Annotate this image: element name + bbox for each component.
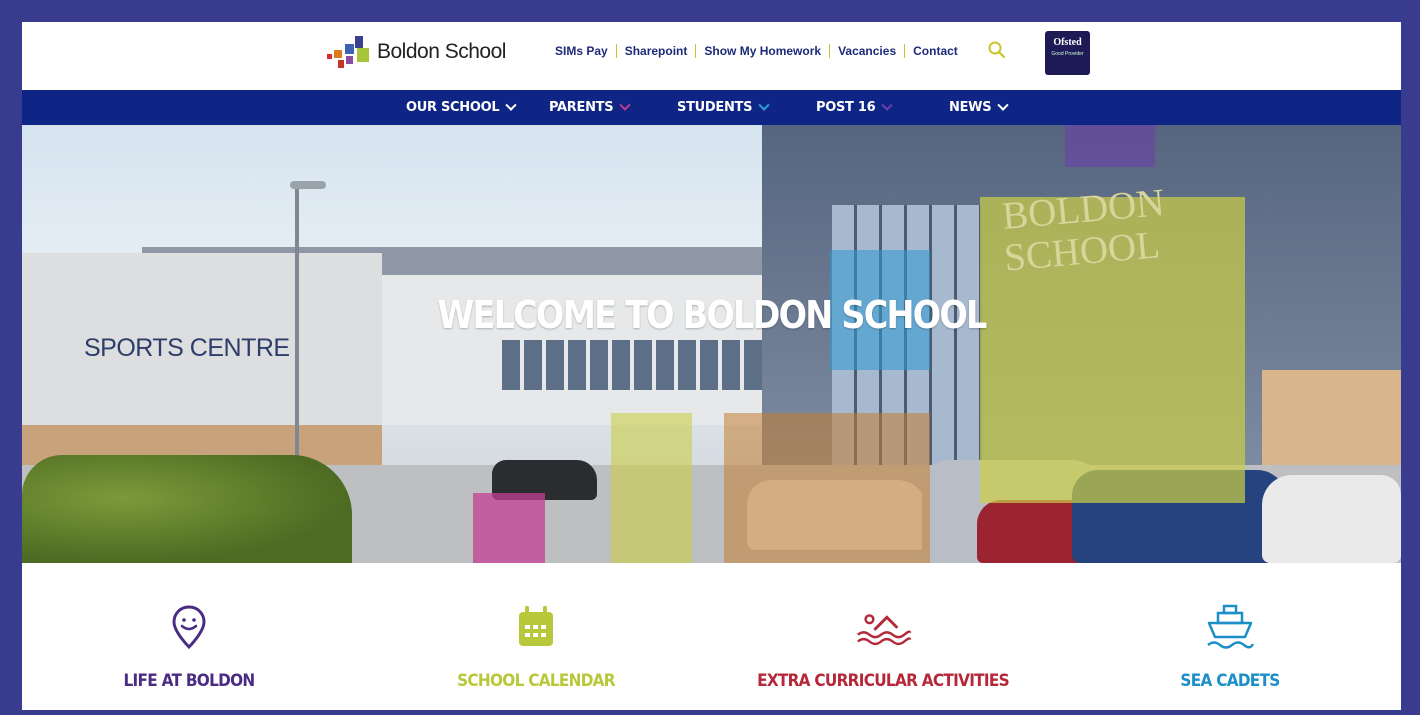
quick-link-label: SEA CADETS [1180, 671, 1280, 691]
quick-link-extra-curricular[interactable]: EXTRA CURRICULAR ACTIVITIES [733, 563, 1033, 691]
quick-links: LIFE AT BOLDON SCHOOL CALENDAR EXTRA CUR… [22, 563, 1401, 710]
nav-label: NEWS [949, 100, 992, 115]
hero-overlay-yellow [611, 413, 692, 563]
swimmer-icon [857, 614, 912, 646]
nav-label: OUR SCHOOL [406, 100, 500, 115]
logo-mark-icon [327, 32, 373, 72]
chevron-down-icon [619, 99, 631, 111]
search-icon[interactable] [987, 40, 1007, 60]
hero-windows [502, 340, 792, 390]
hero-shrubs [22, 455, 352, 563]
quick-link-label: SCHOOL CALENDAR [457, 671, 615, 691]
hero-car [1262, 475, 1401, 563]
hero-banner: SPORTS CENTRE BOLDON SCHOOL WELCOME TO B… [22, 125, 1401, 563]
hero-overlay-pink [473, 493, 545, 563]
ofsted-badge[interactable]: Ofsted Good Provider [1045, 31, 1090, 75]
chevron-down-icon [505, 99, 517, 111]
nav-label: STUDENTS [677, 100, 753, 115]
nav-label: POST 16 [816, 100, 876, 115]
link-show-my-homework[interactable]: Show My Homework [696, 44, 829, 58]
nav-post-16[interactable]: POST 16 [816, 90, 893, 125]
link-contact[interactable]: Contact [905, 44, 966, 58]
calendar-icon [519, 606, 553, 646]
chevron-down-icon [758, 99, 770, 111]
main-nav: OUR SCHOOL PARENTS STUDENTS POST 16 NEWS [22, 90, 1401, 125]
nav-news[interactable]: NEWS [949, 90, 1009, 125]
hero-overlay-orange [724, 413, 930, 563]
quick-link-sea-cadets[interactable]: SEA CADETS [1080, 563, 1380, 691]
nav-label: PARENTS [549, 100, 614, 115]
utility-links: SIMs Pay Sharepoint Show My Homework Vac… [547, 44, 966, 58]
chevron-down-icon [997, 99, 1009, 111]
ship-icon [1207, 604, 1255, 649]
link-vacancies[interactable]: Vacancies [830, 44, 904, 58]
link-sims-pay[interactable]: SIMs Pay [547, 44, 616, 58]
map-pin-smile-icon [172, 605, 206, 650]
hero-lamp-head [290, 181, 326, 189]
nav-parents[interactable]: PARENTS [549, 90, 631, 125]
hero-overlay-purple [1065, 125, 1155, 167]
nav-our-school[interactable]: OUR SCHOOL [406, 90, 517, 125]
ofsted-rating: Good Provider [1051, 51, 1084, 57]
page-frame: Boldon School SIMs Pay Sharepoint Show M… [22, 22, 1401, 710]
ofsted-title: Ofsted [1053, 37, 1082, 48]
link-sharepoint[interactable]: Sharepoint [617, 44, 696, 58]
hero-brick-wall [1262, 370, 1401, 465]
sports-centre-sign: SPORTS CENTRE [84, 334, 290, 362]
quick-link-school-calendar[interactable]: SCHOOL CALENDAR [386, 563, 686, 691]
quick-link-label: EXTRA CURRICULAR ACTIVITIES [757, 671, 1010, 691]
school-logo[interactable]: Boldon School [327, 30, 506, 74]
site-header: Boldon School SIMs Pay Sharepoint Show M… [22, 22, 1401, 90]
nav-students[interactable]: STUDENTS [677, 90, 770, 125]
hero-title: WELCOME TO BOLDON SCHOOL [437, 293, 987, 337]
chevron-down-icon [881, 99, 893, 111]
quick-link-life-at-boldon[interactable]: LIFE AT BOLDON [39, 563, 339, 691]
logo-text: Boldon School [377, 40, 506, 63]
quick-link-label: LIFE AT BOLDON [123, 671, 256, 691]
